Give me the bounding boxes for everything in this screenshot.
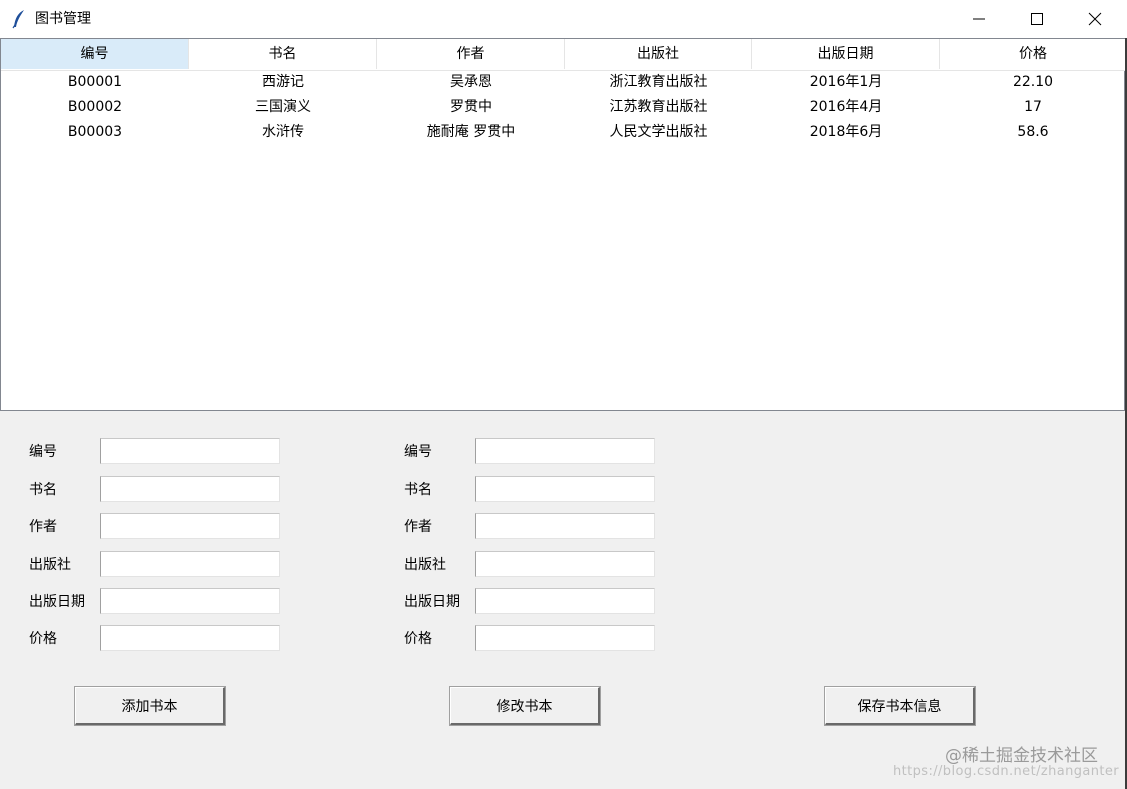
minimize-button[interactable] xyxy=(950,0,1008,38)
edit-title-field[interactable] xyxy=(475,476,655,502)
cell-author: 施耐庵 罗贯中 xyxy=(426,124,516,140)
edit-label-price: 价格 xyxy=(404,631,432,647)
edit-price-field[interactable] xyxy=(475,625,655,651)
close-button[interactable] xyxy=(1066,0,1124,38)
cell-title: 三国演义 xyxy=(255,99,311,115)
edit-date-field[interactable] xyxy=(475,588,655,614)
edit-author-field[interactable] xyxy=(475,513,655,539)
edit-label-date: 出版日期 xyxy=(404,594,460,610)
cell-title: 水浒传 xyxy=(262,124,304,140)
column-header-author[interactable]: 作者 xyxy=(377,39,565,69)
add-publisher-field[interactable] xyxy=(100,551,280,577)
column-header-title[interactable]: 书名 xyxy=(189,39,377,69)
title-bar: 图书管理 xyxy=(0,0,1127,38)
table-header: 编号 书名 作者 出版社 出版日期 价格 xyxy=(1,39,1126,71)
edit-label-title: 书名 xyxy=(404,482,432,498)
column-header-id[interactable]: 编号 xyxy=(1,39,189,69)
add-label-date: 出版日期 xyxy=(29,594,85,610)
add-id-field[interactable] xyxy=(100,438,280,464)
minimize-icon xyxy=(973,18,985,20)
cell-author: 吴承恩 xyxy=(450,74,492,90)
maximize-button[interactable] xyxy=(1008,0,1066,38)
edit-label-id: 编号 xyxy=(404,444,432,460)
cell-date: 2016年1月 xyxy=(809,74,883,90)
save-book-info-button[interactable]: 保存书本信息 xyxy=(824,686,976,726)
column-header-publisher[interactable]: 出版社 xyxy=(565,39,752,69)
add-date-field[interactable] xyxy=(100,588,280,614)
column-header-date[interactable]: 出版日期 xyxy=(752,39,940,69)
window-title: 图书管理 xyxy=(35,11,91,27)
maximize-icon xyxy=(1031,13,1043,25)
cell-id: B00001 xyxy=(67,74,123,90)
cell-date: 2016年4月 xyxy=(809,99,883,115)
cell-price: 17 xyxy=(1024,99,1042,115)
cell-id: B00003 xyxy=(67,124,123,140)
table-body: B00001 西游记 吴承恩 浙江教育出版社 2016年1月 22.10 B00… xyxy=(1,70,1126,145)
cell-publisher: 浙江教育出版社 xyxy=(609,74,708,90)
edit-label-author: 作者 xyxy=(404,519,432,535)
edit-id-field[interactable] xyxy=(475,438,655,464)
cell-id: B00002 xyxy=(67,99,123,115)
close-icon xyxy=(1088,12,1102,26)
feather-icon xyxy=(12,9,26,29)
watermark-url: https://blog.csdn.net/zhanganter xyxy=(893,764,1120,779)
table-row[interactable]: B00002 三国演义 罗贯中 江苏教育出版社 2016年4月 17 xyxy=(1,95,1126,120)
add-label-price: 价格 xyxy=(29,631,57,647)
cell-date: 2018年6月 xyxy=(809,124,883,140)
column-header-price[interactable]: 价格 xyxy=(940,39,1126,69)
book-table[interactable]: 编号 书名 作者 出版社 出版日期 价格 B00001 西游记 吴承恩 浙江教育… xyxy=(0,38,1126,411)
table-row[interactable]: B00001 西游记 吴承恩 浙江教育出版社 2016年1月 22.10 xyxy=(1,70,1126,95)
cell-title: 西游记 xyxy=(262,74,304,90)
cell-publisher: 人民文学出版社 xyxy=(609,124,708,140)
add-book-button[interactable]: 添加书本 xyxy=(74,686,226,726)
modify-book-button[interactable]: 修改书本 xyxy=(449,686,601,726)
table-row[interactable]: B00003 水浒传 施耐庵 罗贯中 人民文学出版社 2018年6月 58.6 xyxy=(1,120,1126,145)
cell-price: 58.6 xyxy=(1017,124,1049,140)
edit-label-publisher: 出版社 xyxy=(404,557,446,573)
add-title-field[interactable] xyxy=(100,476,280,502)
cell-publisher: 江苏教育出版社 xyxy=(609,99,708,115)
cell-price: 22.10 xyxy=(1012,74,1054,90)
add-price-field[interactable] xyxy=(100,625,280,651)
add-label-id: 编号 xyxy=(29,444,57,460)
edit-publisher-field[interactable] xyxy=(475,551,655,577)
cell-author: 罗贯中 xyxy=(450,99,492,115)
add-author-field[interactable] xyxy=(100,513,280,539)
add-label-author: 作者 xyxy=(29,519,57,535)
add-label-publisher: 出版社 xyxy=(29,557,71,573)
add-label-title: 书名 xyxy=(29,482,57,498)
